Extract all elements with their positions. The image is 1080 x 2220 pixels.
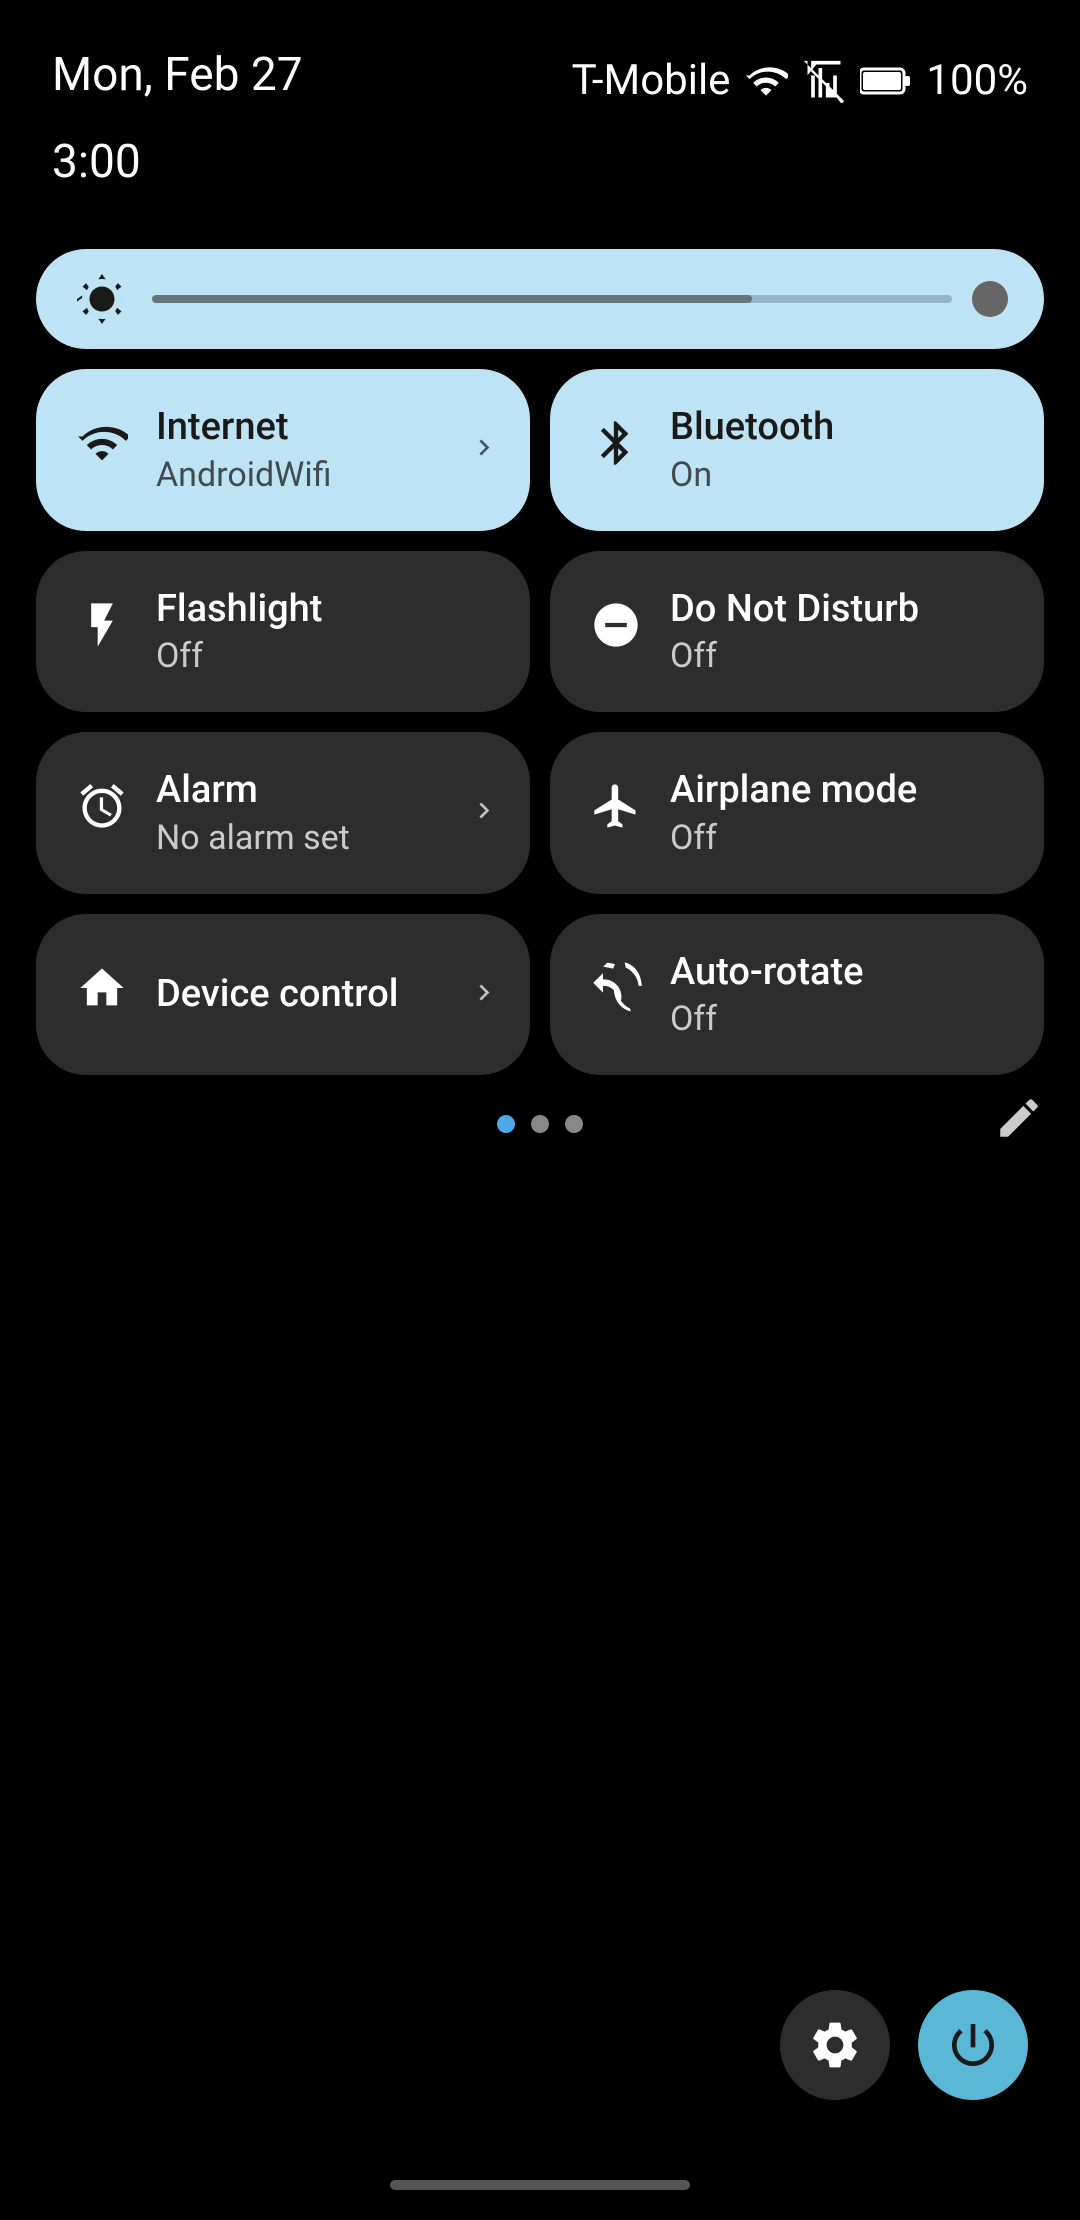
quick-settings-panel: InternetAndroidWifiBluetoothOnFlashlight… [36, 249, 1044, 1133]
edit-quick-settings-button[interactable] [994, 1093, 1044, 1155]
flashlight-subtitle: Off [156, 636, 490, 676]
tile-autorotate[interactable]: Auto-rotateOff [550, 914, 1044, 1076]
carrier-label: T-Mobile [572, 56, 731, 105]
flashlight-icon [76, 599, 128, 664]
nav-bar [390, 2180, 690, 2190]
devicecontrol-icon [76, 962, 128, 1027]
battery-label: 100% [926, 56, 1028, 105]
page-indicators [36, 1115, 1044, 1133]
status-bar: Mon, Feb 27 T-Mobile 100% [0, 0, 1080, 125]
airplanemode-icon [590, 780, 642, 845]
tile-airplanemode[interactable]: Airplane modeOff [550, 732, 1044, 894]
status-right: T-Mobile 100% [572, 48, 1028, 105]
donotdisturb-title: Do Not Disturb [670, 587, 1004, 633]
power-button[interactable] [918, 1990, 1028, 2100]
tile-bluetooth[interactable]: BluetoothOn [550, 369, 1044, 531]
bluetooth-title: Bluetooth [670, 405, 1004, 451]
wifi-icon [744, 59, 788, 103]
autorotate-subtitle: Off [670, 999, 1004, 1039]
tile-flashlight[interactable]: FlashlightOff [36, 551, 530, 713]
tile-internet[interactable]: InternetAndroidWifi [36, 369, 530, 531]
alarm-subtitle: No alarm set [156, 818, 490, 858]
brightness-bar[interactable] [36, 249, 1044, 349]
donotdisturb-subtitle: Off [670, 636, 1004, 676]
internet-icon [76, 417, 128, 482]
tile-devicecontrol[interactable]: Device control [36, 914, 530, 1076]
alarm-arrow-icon [468, 789, 500, 836]
bluetooth-icon [590, 417, 642, 482]
donotdisturb-icon [590, 599, 642, 664]
internet-subtitle: AndroidWifi [156, 455, 490, 495]
autorotate-icon [590, 962, 642, 1027]
autorotate-title: Auto-rotate [670, 950, 1004, 996]
page-dot-1 [497, 1115, 515, 1133]
settings-button[interactable] [780, 1990, 890, 2100]
flashlight-title: Flashlight [156, 587, 490, 633]
airplanemode-title: Airplane mode [670, 768, 1004, 814]
tile-donotdisturb[interactable]: Do Not DisturbOff [550, 551, 1044, 713]
airplanemode-subtitle: Off [670, 818, 1004, 858]
page-dot-2 [531, 1115, 549, 1133]
brightness-icon [72, 269, 132, 329]
battery-icon [860, 59, 912, 103]
page-dot-3 [565, 1115, 583, 1133]
internet-title: Internet [156, 405, 490, 451]
alarm-icon [76, 780, 128, 845]
status-date: Mon, Feb 27 [52, 48, 303, 102]
tiles-grid: InternetAndroidWifiBluetoothOnFlashlight… [36, 369, 1044, 1075]
internet-arrow-icon [468, 426, 500, 473]
status-time: 3:00 [0, 125, 1080, 189]
tile-alarm[interactable]: AlarmNo alarm set [36, 732, 530, 894]
bluetooth-subtitle: On [670, 455, 1004, 495]
alarm-title: Alarm [156, 768, 490, 814]
signal-icon [802, 59, 846, 103]
devicecontrol-title: Device control [156, 972, 490, 1018]
bottom-buttons [780, 1990, 1028, 2100]
devicecontrol-arrow-icon [468, 971, 500, 1018]
